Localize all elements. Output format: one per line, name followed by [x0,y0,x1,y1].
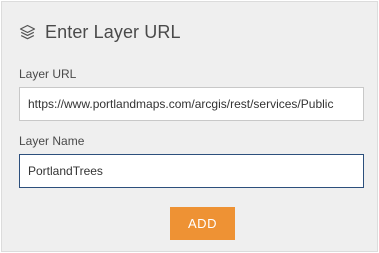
layers-icon [19,24,36,39]
layer-name-input[interactable] [19,154,364,188]
layer-url-label: Layer URL [19,67,77,81]
panel-title: Enter Layer URL [45,21,181,42]
add-button[interactable]: ADD [170,207,235,240]
layer-name-label: Layer Name [19,134,85,148]
layer-url-input[interactable] [19,87,364,121]
enter-layer-url-panel: Enter Layer URL Layer URL Layer Name ADD [1,1,378,252]
panel-header: Enter Layer URL [19,20,181,44]
